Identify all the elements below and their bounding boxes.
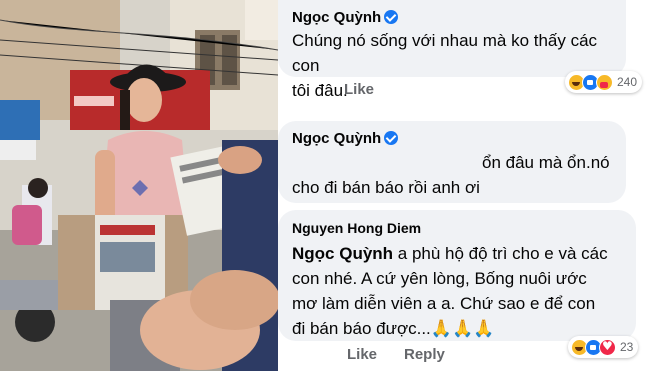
comment-line: cho đi bán báo rồi anh ơi [292, 178, 480, 197]
photo-scene [0, 0, 278, 371]
comment-bubble-2: Ngọc Quỳnh ổn đâu mà ổn.nó cho đi bán bá… [278, 121, 626, 203]
verified-badge-icon [384, 10, 399, 24]
verified-badge-icon [384, 131, 399, 145]
care-icon [596, 73, 613, 91]
comments-panel: Ngọc Quỳnh Chúng nó sống với nhau mà ko … [278, 0, 650, 371]
comment-bubble-3: Nguyen Hong Diem Ngọc Quỳnh a phù hộ độ … [278, 210, 636, 341]
comment-bubble-1: Ngọc Quỳnh Chúng nó sống với nhau mà ko … [278, 0, 626, 100]
reply-button[interactable]: Reply [404, 346, 445, 363]
reaction-count: 23 [620, 340, 634, 354]
comment-line: Ngọc Quỳnh a phù hộ độ trì cho e và các [292, 241, 632, 266]
comment-line: con nhé. A cứ yên lòng, Bống nuôi ước [292, 269, 587, 288]
like-button[interactable]: Like [347, 346, 377, 363]
reaction-count: 240 [617, 75, 638, 89]
author-name[interactable]: Ngọc Quỳnh [292, 130, 381, 147]
comment-line: ổn đâu mà ổn.nó [482, 153, 610, 172]
comment-author[interactable]: Ngọc Quỳnh [292, 130, 399, 147]
comment-author[interactable]: Nguyen Hong Diem [292, 220, 421, 236]
love-icon [599, 338, 616, 356]
reaction-summary[interactable]: 23 [568, 336, 639, 358]
comment-text: Ngọc Quỳnh a phù hộ độ trì cho e và các … [292, 241, 632, 341]
like-button[interactable]: Like [344, 81, 374, 98]
comment-text: ổn đâu mà ổn.nó cho đi bán báo rồi anh ơ… [292, 150, 622, 200]
reaction-summary[interactable]: 240 [565, 71, 643, 93]
comment-author[interactable]: Ngọc Quỳnh [292, 9, 399, 26]
comment-line: mơ làm diễn viên a a. Chứ sao e để con [292, 294, 596, 313]
mention-tag[interactable]: Ngọc Quỳnh [292, 244, 393, 263]
street-photo [0, 0, 278, 371]
author-name[interactable]: Nguyen Hong Diem [292, 220, 421, 236]
author-name[interactable]: Ngọc Quỳnh [292, 9, 381, 26]
comment-line-rest: a phù hộ độ trì cho e và các [393, 244, 608, 263]
